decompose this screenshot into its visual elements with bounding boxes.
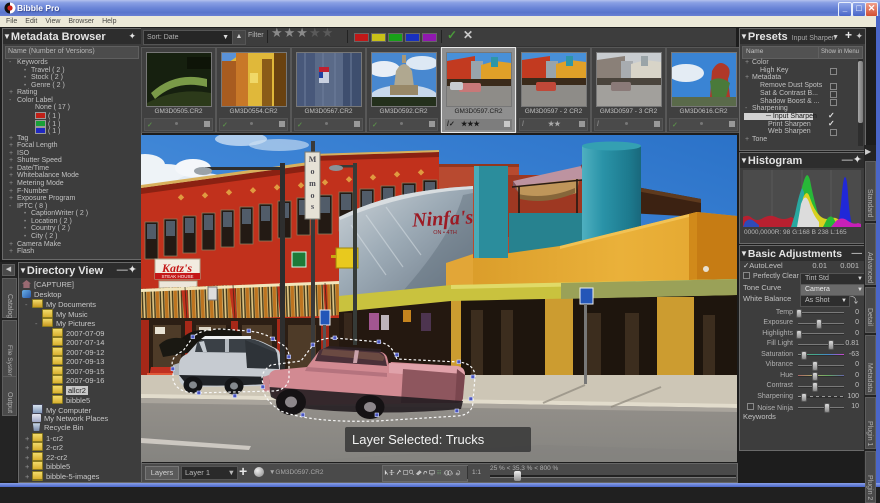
svg-text:Katz's: Katz's [161,261,192,275]
svg-text:Layer Selected: Trucks: Layer Selected: Trucks [352,432,485,447]
svg-text:M: M [309,155,317,164]
svg-text:s: s [311,202,314,211]
svg-text:o: o [311,191,315,200]
svg-text:o: o [311,167,315,176]
svg-text:ON • 4TH: ON • 4TH [433,230,457,236]
svg-text:STEAK HOUSE: STEAK HOUSE [161,274,193,279]
svg-text:m: m [309,179,316,188]
svg-text:Ninfa's: Ninfa's [411,206,474,231]
